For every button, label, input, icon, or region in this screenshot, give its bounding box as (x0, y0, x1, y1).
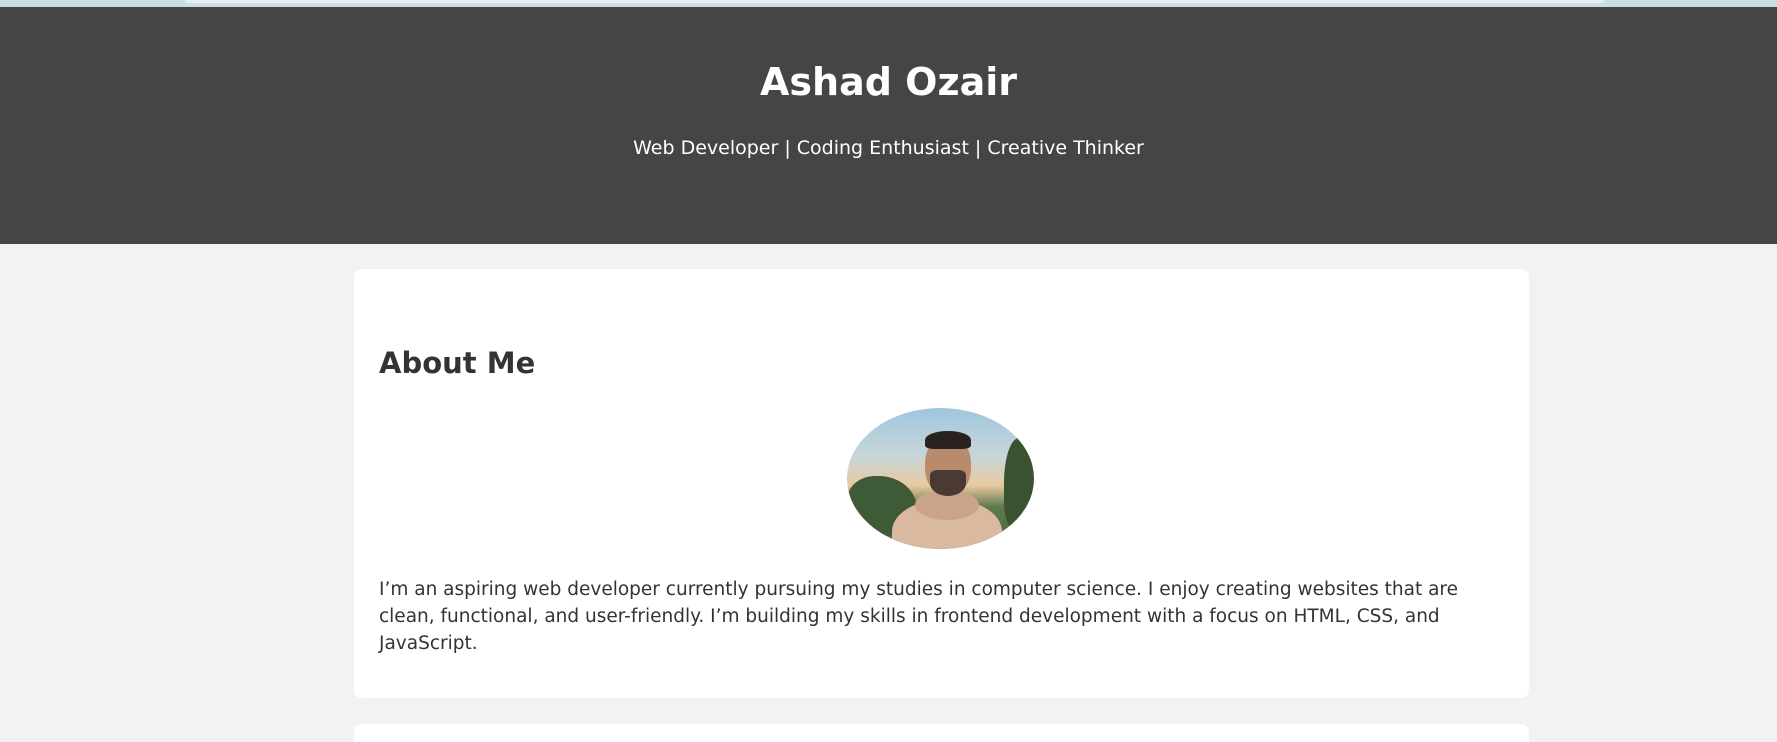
photo-tree-right (1004, 438, 1034, 528)
profile-photo (847, 408, 1034, 549)
about-heading: About Me (379, 346, 536, 380)
site-tagline: Web Developer | Coding Enthusiast | Crea… (633, 137, 1144, 159)
photo-hair (925, 431, 971, 449)
about-section: About Me I’m an aspiring web developer c… (354, 269, 1529, 698)
browser-top-strip-inner (185, 0, 1605, 3)
site-title: Ashad Ozair (760, 60, 1017, 104)
photo-beard (930, 470, 966, 496)
site-header: Ashad Ozair Web Developer | Coding Enthu… (0, 7, 1777, 244)
about-bio: I’m an aspiring web developer currently … (379, 579, 1459, 654)
browser-top-strip (0, 0, 1777, 7)
next-section (354, 724, 1529, 742)
